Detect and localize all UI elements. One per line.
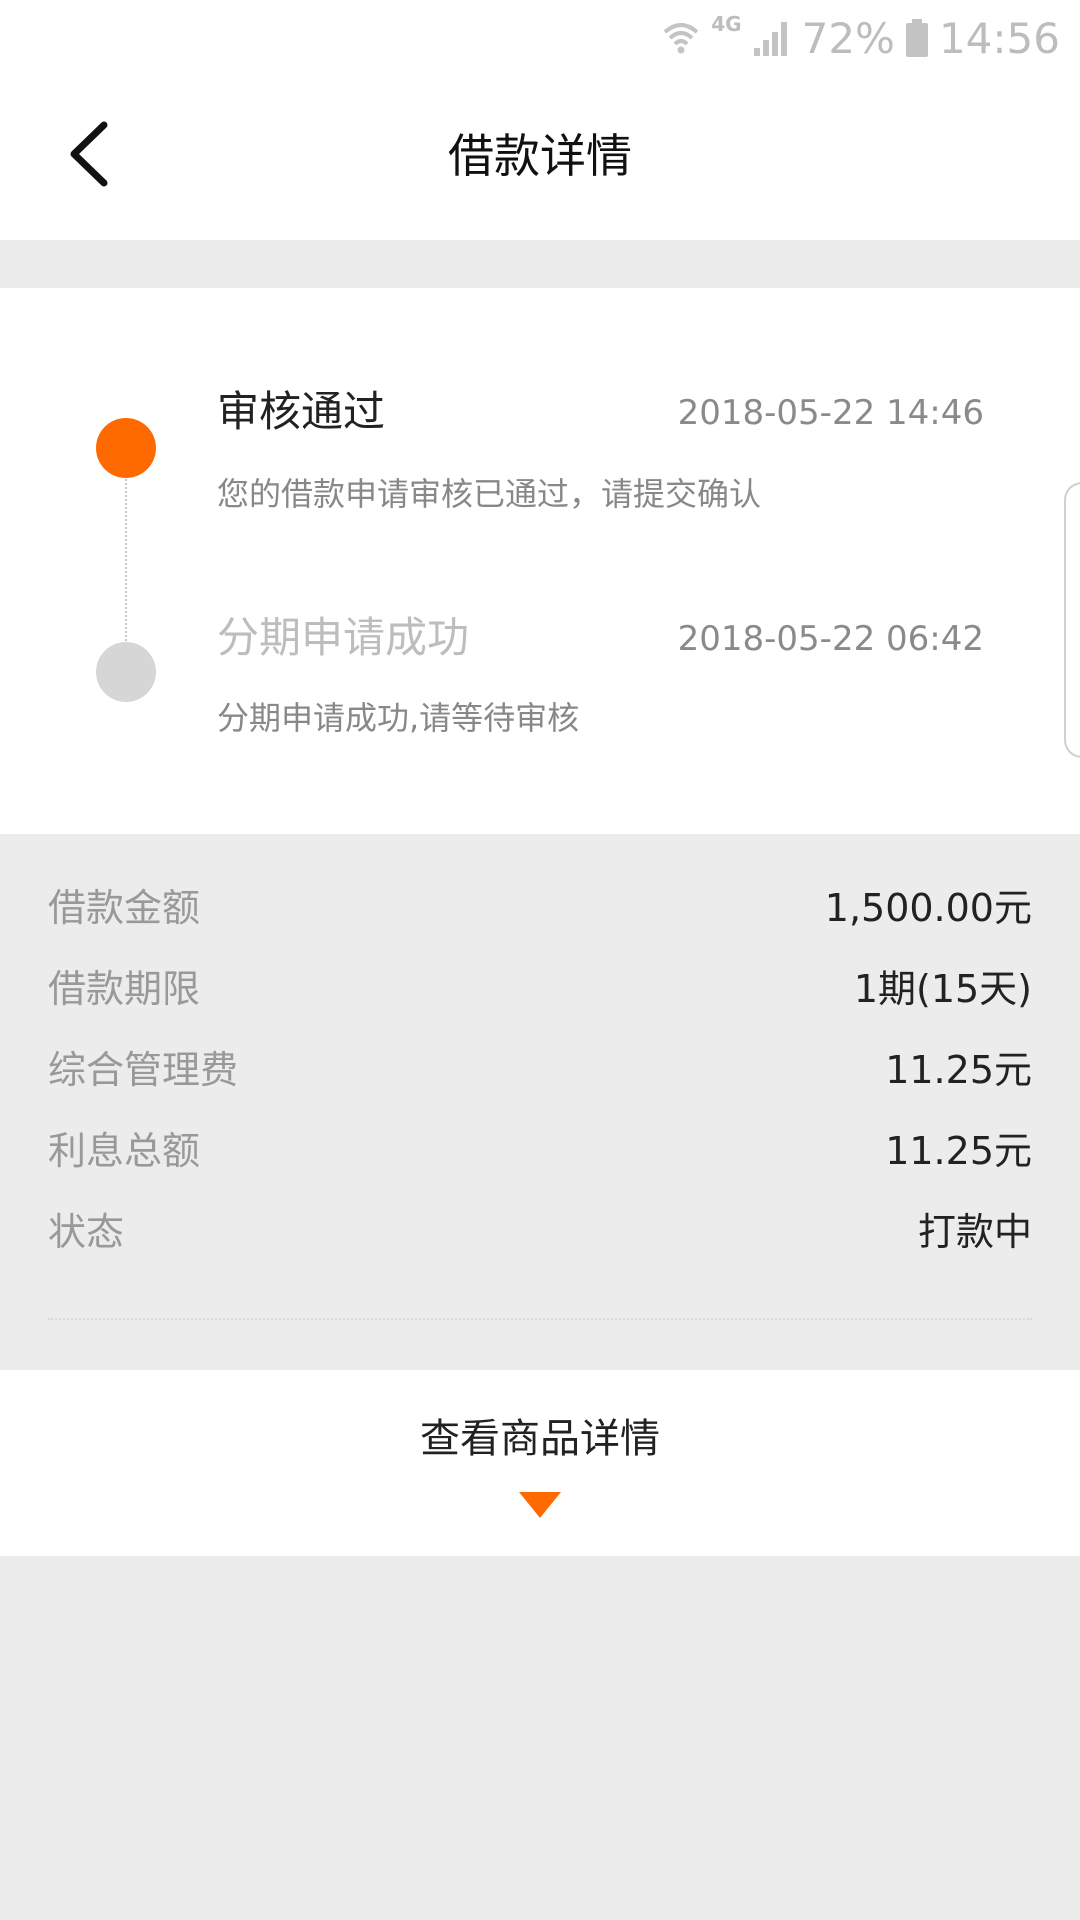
timeline-step-description: 分期申请成功,请等待审核 <box>217 699 580 737</box>
wifi-icon <box>661 18 701 58</box>
detail-row-loan-term: 借款期限 1期(15天) <box>48 955 1032 1015</box>
detail-label: 利息总额 <box>48 1128 201 1173</box>
detail-row-total-interest: 利息总额 11.25元 <box>48 1117 1032 1177</box>
timeline-step-title: 分期申请成功 <box>217 613 470 662</box>
timeline-dot-active <box>96 418 156 478</box>
detail-value: 11.25元 <box>885 1128 1032 1173</box>
network-type: 4G <box>711 12 742 36</box>
battery-percent: 72% <box>801 13 895 63</box>
timeline-step-description: 您的借款申请审核已通过，请提交确认 <box>217 475 762 513</box>
status-icons: 4G 72% 14:56 <box>661 10 1060 66</box>
detail-label: 状态 <box>48 1209 125 1254</box>
page-title: 借款详情 <box>448 129 632 183</box>
detail-value: 11.25元 <box>885 1047 1032 1092</box>
detail-value: 1,500.00元 <box>824 885 1032 930</box>
detail-row-management-fee: 综合管理费 11.25元 <box>48 1036 1032 1096</box>
detail-label: 综合管理费 <box>48 1047 239 1092</box>
timeline-dot-inactive <box>96 642 156 702</box>
view-product-details-button[interactable]: 查看商品详情 <box>0 1412 1080 1466</box>
timeline-step-title: 审核通过 <box>217 387 386 436</box>
app-header: 借款详情 <box>0 76 1080 240</box>
product-detail-panel: 查看商品详情 <box>0 1370 1080 1556</box>
detail-value: 1期(15天) <box>853 966 1032 1011</box>
edge-panel-handle[interactable] <box>1064 482 1080 758</box>
status-timeline: 审核通过 2018-05-22 14:46 分期申请成功 2018-05-22 … <box>0 288 1080 834</box>
signal-icon <box>752 18 792 58</box>
timeline-step-time: 2018-05-22 06:42 <box>677 619 984 659</box>
timeline-connector <box>125 448 127 660</box>
expand-arrow-icon[interactable] <box>519 1492 561 1518</box>
timeline-step-time: 2018-05-22 14:46 <box>677 393 984 433</box>
status-value: 打款中 <box>917 1209 1032 1254</box>
status-bar: 4G 72% 14:56 <box>0 0 1080 76</box>
clock-time: 14:56 <box>938 13 1060 63</box>
detail-label: 借款金额 <box>48 885 201 930</box>
detail-label: 借款期限 <box>48 966 201 1011</box>
battery-icon <box>905 18 929 58</box>
detail-row-status: 状态 打款中 <box>48 1198 1032 1258</box>
detail-row-loan-amount: 借款金额 1,500.00元 <box>48 874 1032 934</box>
loan-details: 借款金额 1,500.00元 借款期限 1期(15天) 综合管理费 11.25元… <box>0 834 1080 1370</box>
divider <box>48 1318 1032 1320</box>
